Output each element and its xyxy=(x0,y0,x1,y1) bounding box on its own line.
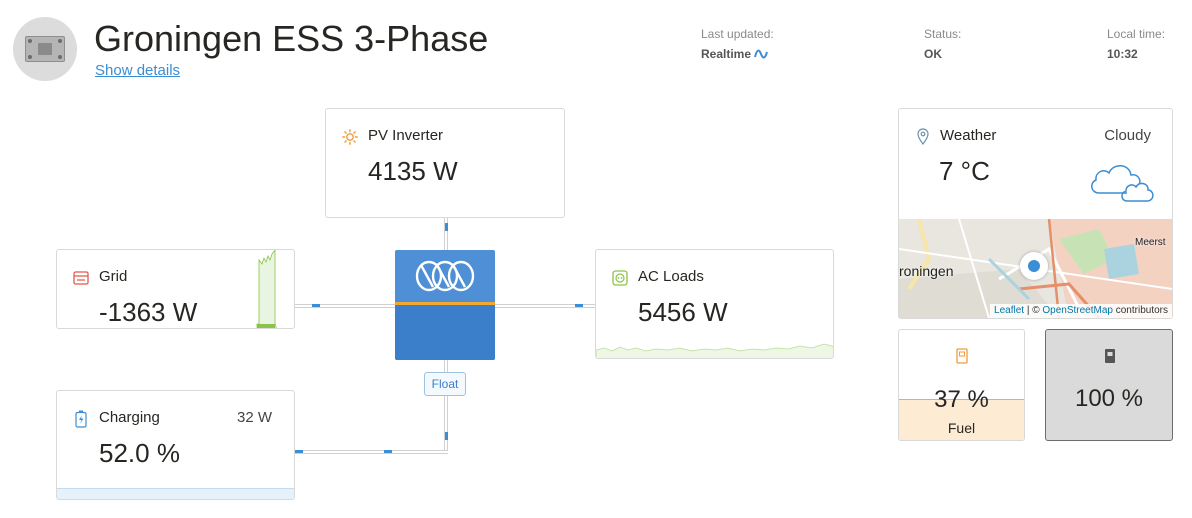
battery-soc: 52.0 % xyxy=(99,438,180,468)
map-place-label: roningen xyxy=(899,263,954,279)
weather-title: Weather xyxy=(940,127,997,144)
cloud-icon xyxy=(1091,165,1154,202)
site-avatar xyxy=(13,17,77,81)
leaflet-link[interactable]: Leaflet xyxy=(994,305,1024,316)
battery-power: 32 W xyxy=(236,409,272,426)
fuel-tank-panel[interactable]: 37 % Fuel xyxy=(898,329,1025,441)
pv-inverter-panel[interactable]: PV Inverter 4135 W xyxy=(325,108,565,218)
last-updated: Realtime xyxy=(701,47,770,61)
battery-wire-v xyxy=(444,396,448,454)
battery-soc-bar xyxy=(57,488,294,499)
status-value: OK xyxy=(924,47,942,61)
battery-charging-icon xyxy=(75,410,87,428)
ac-loads-value: 5456 W xyxy=(638,297,728,327)
victron-logo-icon xyxy=(415,260,475,292)
grid-wire xyxy=(294,304,396,308)
ac-loads-title: AC Loads xyxy=(638,268,704,285)
grid-sparkline xyxy=(256,250,277,328)
weather-condition: Cloudy xyxy=(1104,127,1151,144)
fuel-tank-icon xyxy=(956,348,968,364)
fuel-tank-value: 37 % xyxy=(934,386,989,413)
grid-title: Grid xyxy=(99,268,128,285)
tank-value: 100 % xyxy=(1074,385,1144,412)
local-time-label: Local time: xyxy=(1107,27,1166,41)
battery-panel[interactable]: Charging 32 W 52.0 % xyxy=(56,390,295,500)
status-label: Status: xyxy=(924,27,962,41)
socket-icon xyxy=(612,270,628,286)
weather-temperature: 7 °C xyxy=(939,156,990,186)
inverter-block[interactable] xyxy=(395,250,495,360)
grid-value: -1363 W xyxy=(99,297,198,327)
battery-title: Charging xyxy=(99,409,160,426)
sun-icon xyxy=(342,129,358,145)
battery-flow-dot-1 xyxy=(295,450,303,453)
tank-panel[interactable]: 100 % xyxy=(1045,329,1173,441)
fuel-tank-name: Fuel xyxy=(947,420,976,436)
last-updated-label: Last updated: xyxy=(701,27,774,41)
inverter-stripe xyxy=(395,302,495,305)
battery-wire-h xyxy=(294,450,448,454)
grid-meter-icon xyxy=(73,271,89,285)
show-details-link[interactable]: Show details xyxy=(95,62,180,79)
grid-panel[interactable]: Grid -1363 W xyxy=(56,249,295,329)
local-time-value: 10:32 xyxy=(1107,47,1138,61)
battery-flow-dot-2 xyxy=(384,450,392,453)
location-pin-icon xyxy=(917,128,929,145)
location-map[interactable]: roningen Meerst Leaflet | © OpenStreetMa… xyxy=(899,219,1172,318)
last-updated-value: Realtime xyxy=(701,47,752,61)
ac-loads-sparkline xyxy=(596,343,833,358)
page-title: Groningen ESS 3-Phase xyxy=(94,18,489,59)
loads-flow-dot xyxy=(575,304,583,307)
pv-inverter-title: PV Inverter xyxy=(368,127,444,144)
map-attribution: Leaflet | © OpenStreetMap contributors xyxy=(990,304,1172,318)
battery-flow-dot-v xyxy=(445,432,448,440)
inverter-badge-wire xyxy=(444,360,448,372)
tank-icon xyxy=(1105,349,1115,363)
map-marker[interactable] xyxy=(1020,252,1048,280)
osm-link[interactable]: OpenStreetMap xyxy=(1042,305,1113,316)
realtime-wave-icon xyxy=(754,49,768,59)
grid-flow-dot xyxy=(312,304,320,307)
map-place-label-2: Meerst xyxy=(1135,237,1166,248)
inverter-state-badge: Float xyxy=(424,372,466,396)
ac-loads-panel[interactable]: AC Loads 5456 W xyxy=(595,249,834,359)
pv-flow-dot xyxy=(445,223,448,231)
device-icon xyxy=(25,36,65,62)
pv-inverter-value: 4135 W xyxy=(368,156,458,186)
